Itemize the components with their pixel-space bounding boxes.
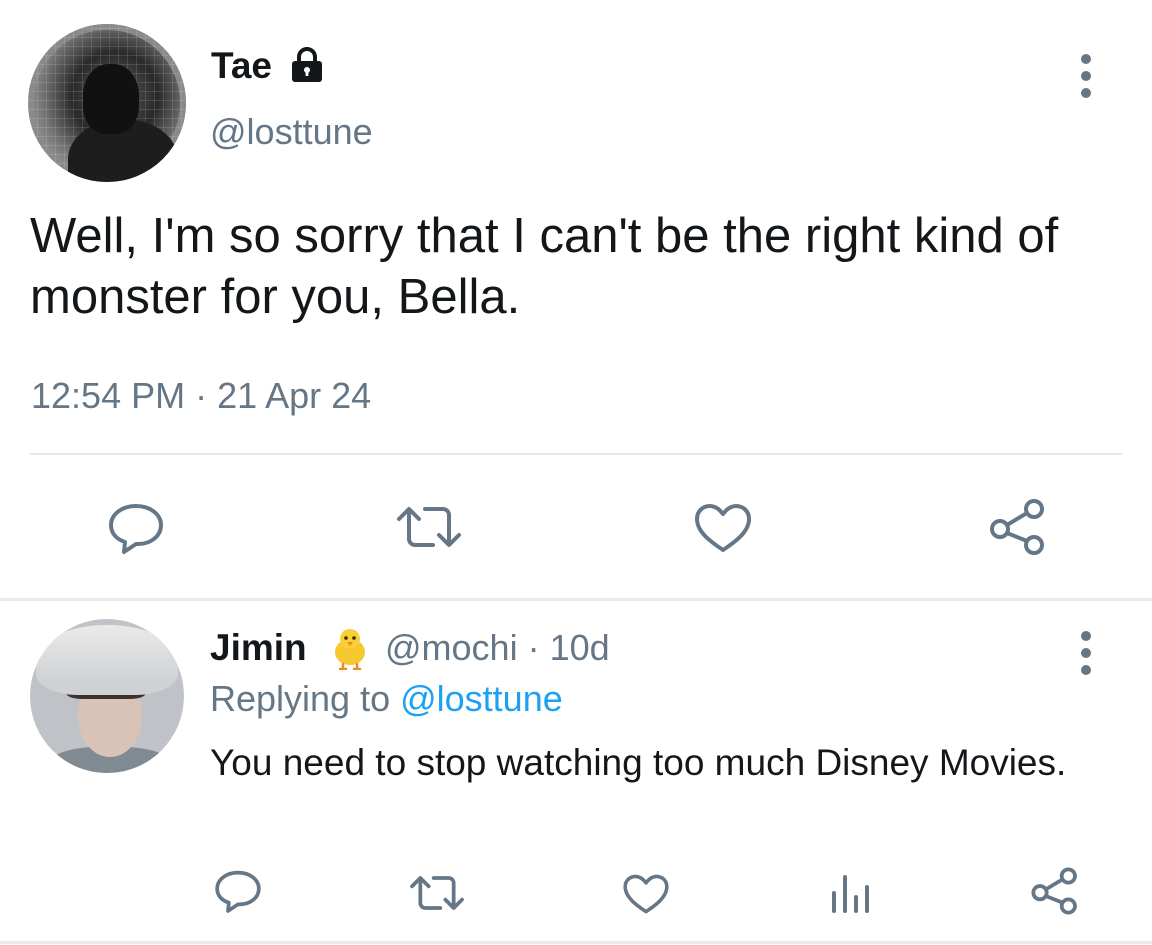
mention-link[interactable]: @losttune	[400, 678, 563, 719]
more-vertical-icon[interactable]	[1074, 627, 1098, 681]
avatar[interactable]	[28, 24, 186, 182]
display-name[interactable]: Tae	[211, 42, 272, 90]
divider	[30, 453, 1122, 455]
avatar-figure-head	[83, 64, 139, 134]
avatar-hat	[36, 625, 178, 695]
timestamp[interactable]: 12:54 PM · 21 Apr 24	[31, 372, 371, 420]
display-name[interactable]: Jimin	[210, 624, 307, 672]
more-vertical-icon[interactable]	[1074, 50, 1098, 104]
analytics-icon[interactable]	[828, 871, 872, 915]
handle[interactable]: @losttune	[210, 108, 373, 156]
heart-icon[interactable]	[693, 502, 753, 554]
tweet-text: You need to stop watching too much Disne…	[210, 742, 1067, 783]
replying-to-label: Replying to	[210, 678, 401, 719]
avatar[interactable]	[30, 619, 184, 773]
retweet-icon[interactable]	[408, 873, 466, 913]
reply-icon[interactable]	[106, 500, 166, 556]
heart-icon[interactable]	[622, 872, 670, 916]
divider	[0, 941, 1152, 944]
handle-and-time[interactable]: @mochi · 10d	[385, 624, 610, 672]
share-icon[interactable]	[1030, 867, 1080, 915]
reply-icon[interactable]	[213, 867, 263, 915]
share-icon[interactable]	[988, 499, 1048, 555]
lock-icon	[292, 47, 322, 82]
main-tweet: Tae @losttune Well, I'm so sorry that I …	[0, 0, 1152, 598]
baby-chick-icon	[335, 629, 365, 670]
reply-tweet: Jimin @mochi · 10d Replying to @losttune…	[0, 601, 1152, 945]
retweet-icon[interactable]	[395, 503, 463, 551]
tweet-text: Well, I'm so sorry that I can't be the r…	[30, 209, 1059, 324]
replying-to: Replying to @losttune	[210, 675, 563, 723]
